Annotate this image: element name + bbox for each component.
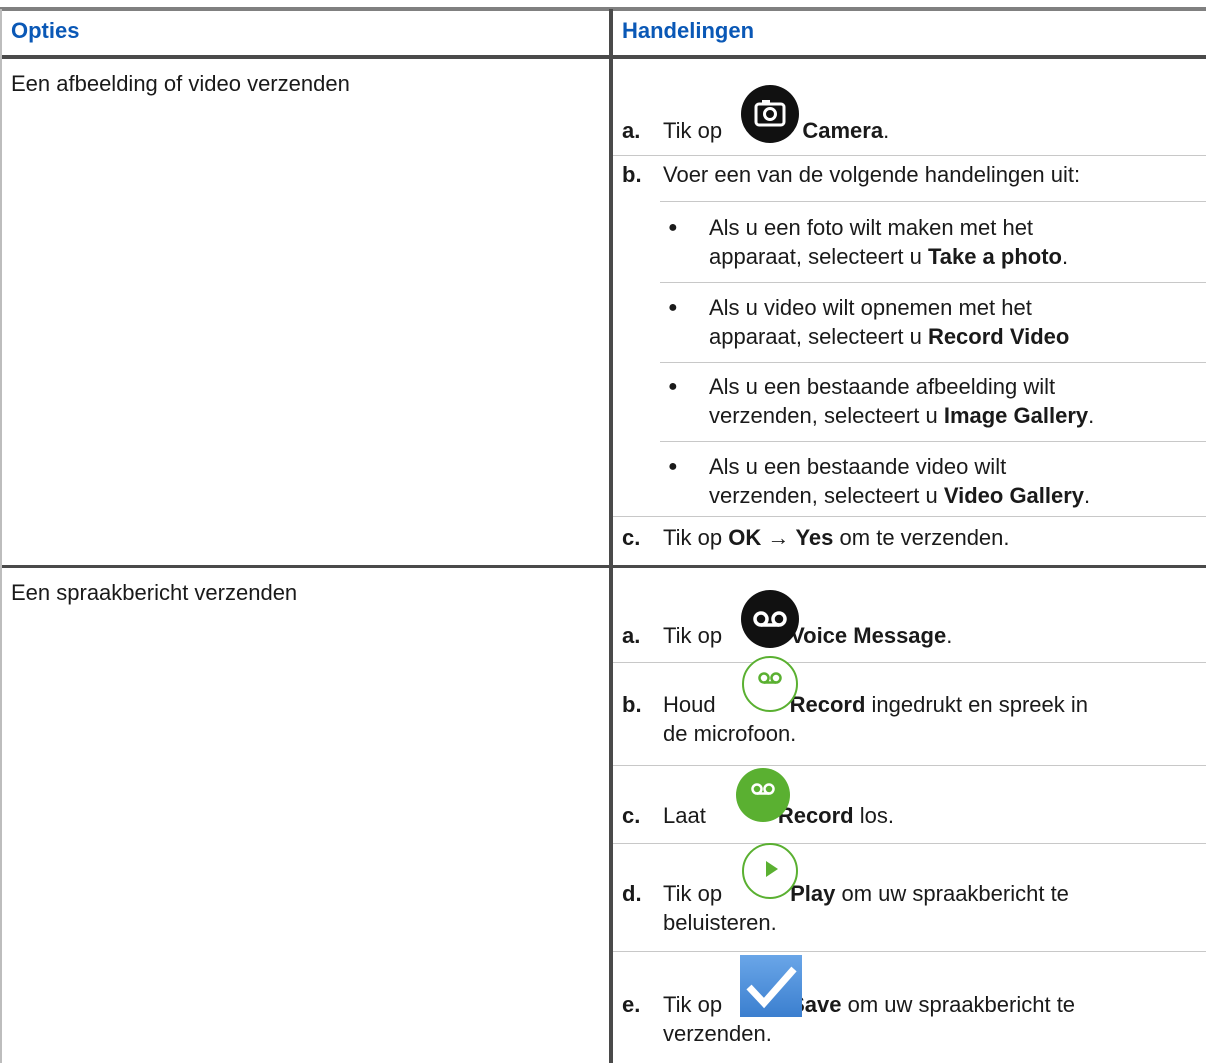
camera-label: Camera [802, 118, 884, 143]
header-actions: Handelingen [622, 18, 755, 43]
table-top-border [0, 7, 1206, 11]
table-left-border [0, 9, 2, 1063]
column-divider [609, 9, 613, 1063]
bullet-dot: ● [668, 458, 678, 475]
camera-icon [741, 85, 799, 143]
bullet-dot: ● [668, 299, 678, 316]
options-table: Opties Handelingen Een afbeelding of vid… [0, 0, 1206, 1063]
step-label: a. [622, 118, 641, 143]
bullet-dot: ● [668, 378, 678, 395]
option-send-image-video: Een afbeelding of video verzenden [11, 71, 350, 96]
step-text: Tik op [663, 118, 723, 143]
bullet-dot: ● [668, 219, 678, 236]
header-options: Opties [11, 18, 80, 43]
checkmark-icon [740, 955, 802, 1017]
option-send-voice-message: Een spraakbericht verzenden [11, 580, 298, 605]
header-border [0, 55, 1206, 59]
record-outline-icon [742, 656, 798, 712]
voicemail-icon [741, 590, 799, 648]
play-icon [742, 843, 798, 899]
record-green-icon [736, 768, 790, 822]
row-border [0, 565, 1206, 568]
